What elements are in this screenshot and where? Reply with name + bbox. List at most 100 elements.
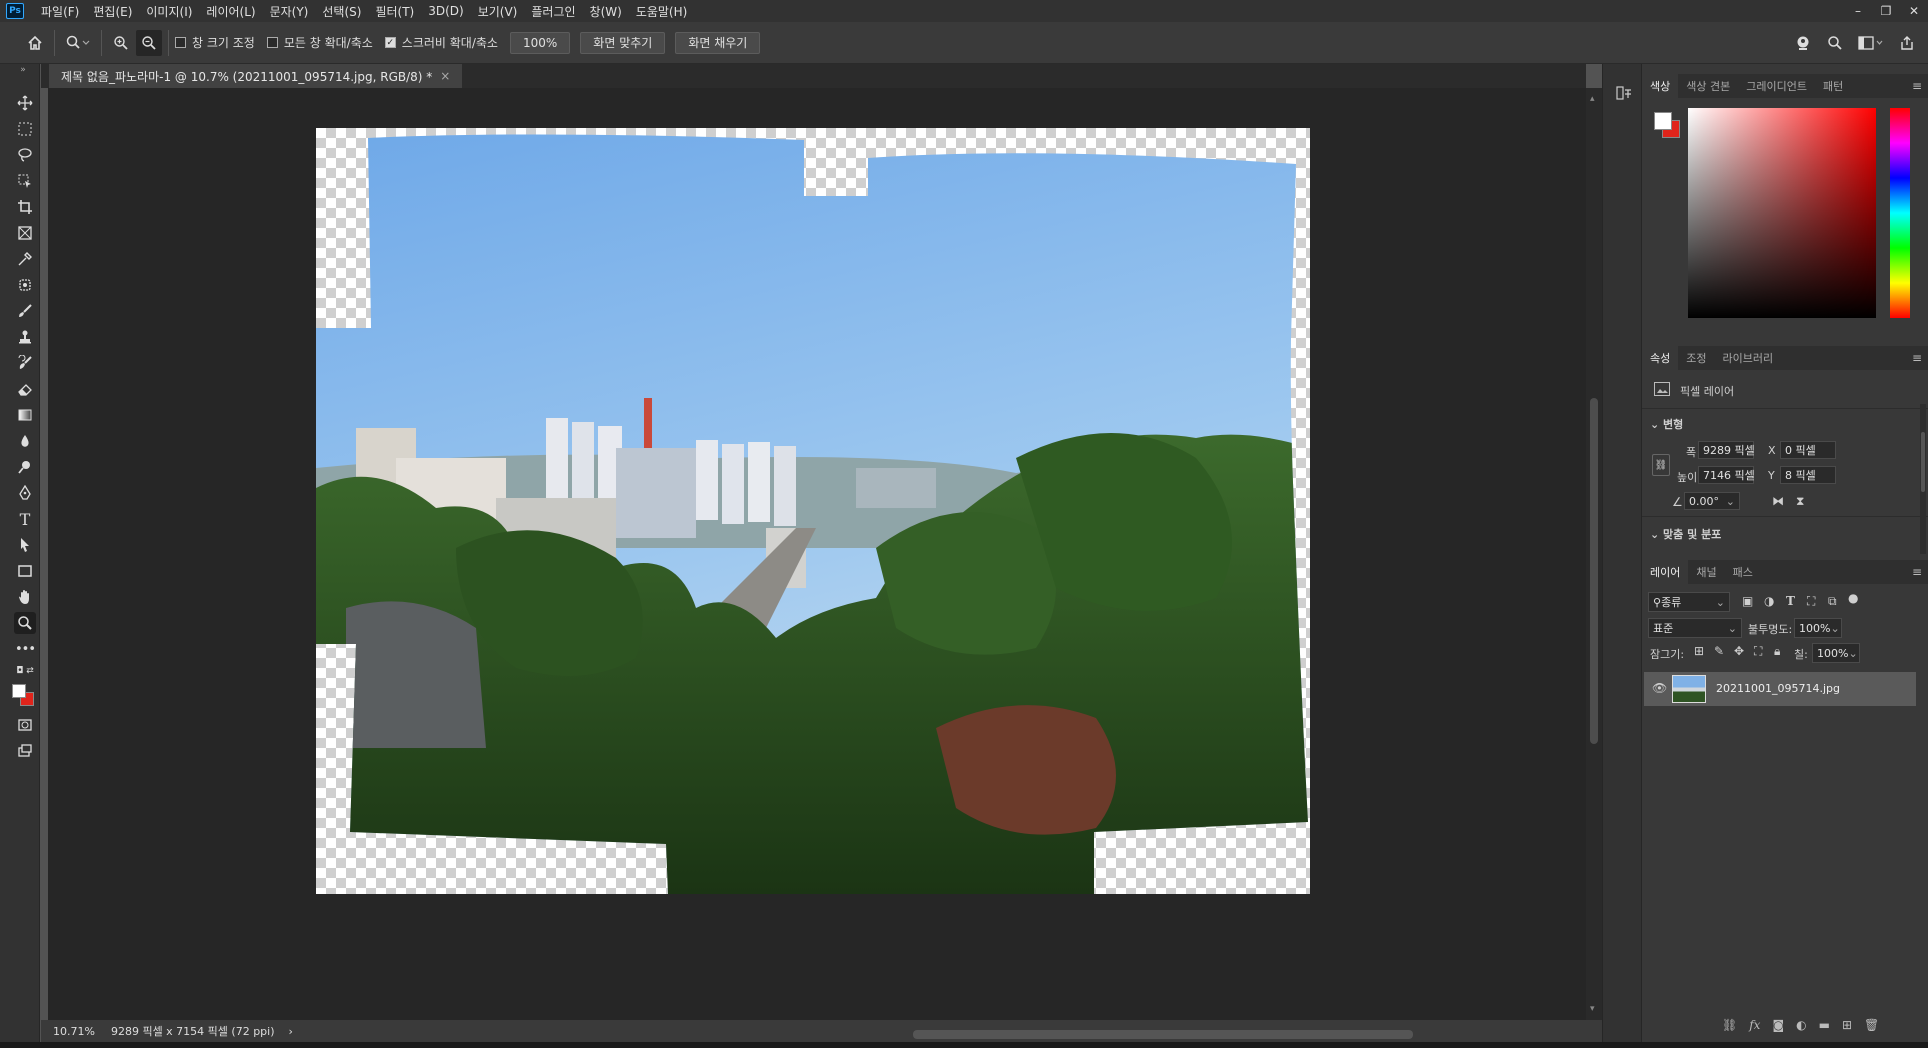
foreground-color-swatch[interactable] xyxy=(12,684,26,698)
resize-windows-checkbox[interactable]: 창 크기 조정 xyxy=(175,34,255,51)
menu-3d[interactable]: 3D(D) xyxy=(421,4,470,18)
scroll-up-icon[interactable]: ▴ xyxy=(1590,94,1595,104)
vertical-scroll-thumb[interactable] xyxy=(1590,398,1598,744)
flip-vertical-icon[interactable]: ⧗ xyxy=(1796,494,1804,509)
menu-help[interactable]: 도움말(H) xyxy=(629,3,695,20)
hue-slider[interactable] xyxy=(1890,108,1910,318)
checkbox-box[interactable] xyxy=(175,37,186,48)
properties-scrollbar[interactable] xyxy=(1920,404,1926,554)
y-field[interactable]: 8 픽셀 xyxy=(1780,466,1836,484)
link-layers-icon[interactable]: ⛓ xyxy=(1722,1018,1737,1036)
blend-mode-dropdown[interactable]: 표준 ⌄ xyxy=(1648,618,1742,638)
lock-transparency-icon[interactable]: ⊞ xyxy=(1694,644,1704,658)
crop-tool-icon[interactable] xyxy=(14,196,36,218)
scrubby-zoom-checkbox[interactable]: ✓ 스크러비 확대/축소 xyxy=(384,34,498,51)
width-field[interactable]: 9289 픽셀 xyxy=(1698,441,1755,459)
zoom-tool-preset-icon[interactable] xyxy=(61,30,95,56)
close-window-button[interactable]: ✕ xyxy=(1900,0,1928,22)
home-icon[interactable] xyxy=(22,30,48,56)
marquee-tool-icon[interactable] xyxy=(14,118,36,140)
angle-field[interactable]: 0.00° ⌄ xyxy=(1684,492,1740,510)
scroll-down-icon[interactable]: ▾ xyxy=(1590,1004,1595,1014)
brush-tool-icon[interactable] xyxy=(14,300,36,322)
menu-file[interactable]: 파일(F) xyxy=(34,3,86,20)
gradient-tool-icon[interactable] xyxy=(14,404,36,426)
checkbox-box-checked[interactable]: ✓ xyxy=(384,37,396,48)
hand-tool-icon[interactable] xyxy=(14,586,36,608)
eraser-tool-icon[interactable] xyxy=(14,378,36,400)
tab-channels[interactable]: 채널 xyxy=(1688,560,1724,584)
transform-section-header[interactable]: ⌄ 변형 xyxy=(1650,416,1683,432)
new-layer-icon[interactable]: ⊞ xyxy=(1842,1018,1852,1036)
foreground-color-chip[interactable] xyxy=(1654,112,1672,130)
fx-icon[interactable]: fx xyxy=(1749,1018,1760,1036)
screen-mode-icon[interactable] xyxy=(14,740,36,762)
share-icon[interactable] xyxy=(1894,30,1920,56)
quick-mask-icon[interactable] xyxy=(14,714,36,736)
layer-name[interactable]: 20211001_095714.jpg xyxy=(1716,682,1840,695)
checkbox-box[interactable] xyxy=(266,37,278,48)
new-group-folder-icon[interactable]: ▬ xyxy=(1819,1018,1830,1036)
menu-type[interactable]: 문자(Y) xyxy=(263,3,316,20)
path-selection-tool-icon[interactable] xyxy=(14,534,36,556)
tab-paths[interactable]: 패스 xyxy=(1725,560,1761,584)
tab-swatches[interactable]: 색상 견본 xyxy=(1678,74,1738,98)
menu-plugins[interactable]: 플러그인 xyxy=(524,3,582,20)
minimize-button[interactable]: – xyxy=(1844,0,1872,22)
filter-smart-object-icon[interactable]: ⧉ xyxy=(1828,594,1837,609)
tab-gradients[interactable]: 그레이디언트 xyxy=(1738,74,1815,98)
fill-field[interactable]: 100% ⌄ xyxy=(1812,643,1860,663)
pen-tool-icon[interactable] xyxy=(14,482,36,504)
lock-pixels-icon[interactable]: ✎ xyxy=(1714,644,1724,658)
canvas-area[interactable] xyxy=(48,88,1586,1020)
panel-menu-icon[interactable]: ≡ xyxy=(1912,565,1922,579)
menu-layer[interactable]: 레이어(L) xyxy=(199,3,262,20)
blur-tool-icon[interactable] xyxy=(14,430,36,452)
zoom-tool-icon[interactable] xyxy=(14,612,36,634)
zoom-100-button[interactable]: 100% xyxy=(509,31,571,54)
properties-scroll-thumb[interactable] xyxy=(1921,432,1925,492)
move-tool-icon[interactable] xyxy=(14,92,36,114)
filter-pixel-icon[interactable]: ▣ xyxy=(1742,594,1753,608)
lasso-tool-icon[interactable] xyxy=(14,144,36,166)
visibility-eye-icon[interactable]: 👁︎ xyxy=(1652,681,1667,695)
history-brush-tool-icon[interactable] xyxy=(14,352,36,374)
panel-menu-icon[interactable]: ≡ xyxy=(1912,351,1922,365)
delete-layer-icon[interactable]: 🗑︎ xyxy=(1864,1018,1879,1036)
dodge-tool-icon[interactable] xyxy=(14,456,36,478)
more-tools-icon[interactable]: ••• xyxy=(14,638,36,660)
menu-filter[interactable]: 필터(T) xyxy=(368,3,421,20)
learn-icon[interactable] xyxy=(1790,30,1816,56)
zoom-level[interactable]: 10.71% xyxy=(53,1025,95,1038)
filter-toggle-icon[interactable]: ● xyxy=(1848,591,1858,605)
color-picker-field[interactable] xyxy=(1688,108,1876,318)
document-canvas[interactable] xyxy=(316,128,1310,894)
layer-row[interactable]: 👁︎ 20211001_095714.jpg xyxy=(1644,672,1916,706)
align-section-header[interactable]: ⌄ 맞춤 및 분포 xyxy=(1650,526,1721,542)
tab-properties[interactable]: 속성 xyxy=(1642,346,1679,370)
x-field[interactable]: 0 픽셀 xyxy=(1780,441,1836,459)
eyedropper-tool-icon[interactable] xyxy=(14,248,36,270)
filter-type-icon[interactable]: T xyxy=(1786,594,1795,608)
healing-brush-tool-icon[interactable] xyxy=(14,274,36,296)
rectangle-tool-icon[interactable] xyxy=(14,560,36,582)
tab-patterns[interactable]: 패턴 xyxy=(1815,74,1851,98)
history-panel-icon[interactable] xyxy=(1615,84,1633,102)
vertical-scrollbar[interactable]: ▴ ▾ xyxy=(1586,88,1602,1020)
collapse-toolbar-icon[interactable]: » xyxy=(12,64,34,76)
menu-edit[interactable]: 편집(E) xyxy=(86,3,139,20)
lock-position-icon[interactable]: ✥ xyxy=(1734,644,1744,658)
tab-color[interactable]: 색상 xyxy=(1642,74,1679,98)
object-selection-tool-icon[interactable] xyxy=(14,170,36,192)
opacity-field[interactable]: 100% ⌄ xyxy=(1794,618,1842,638)
workspace-icon[interactable] xyxy=(1854,30,1888,56)
lock-artboard-icon[interactable]: ⛶ xyxy=(1754,644,1762,659)
flip-horizontal-icon[interactable]: ⧓ xyxy=(1772,494,1784,508)
height-field[interactable]: 7146 픽셀 xyxy=(1698,466,1755,484)
zoom-all-windows-checkbox[interactable]: 모든 창 확대/축소 xyxy=(266,34,373,51)
fill-screen-button[interactable]: 화면 채우기 xyxy=(675,31,761,54)
menu-image[interactable]: 이미지(I) xyxy=(139,3,199,20)
lock-all-icon[interactable]: 🔒︎ xyxy=(1774,644,1780,659)
link-dimensions-icon[interactable]: ⛓ xyxy=(1652,454,1670,476)
tab-layers[interactable]: 레이어 xyxy=(1642,560,1689,584)
